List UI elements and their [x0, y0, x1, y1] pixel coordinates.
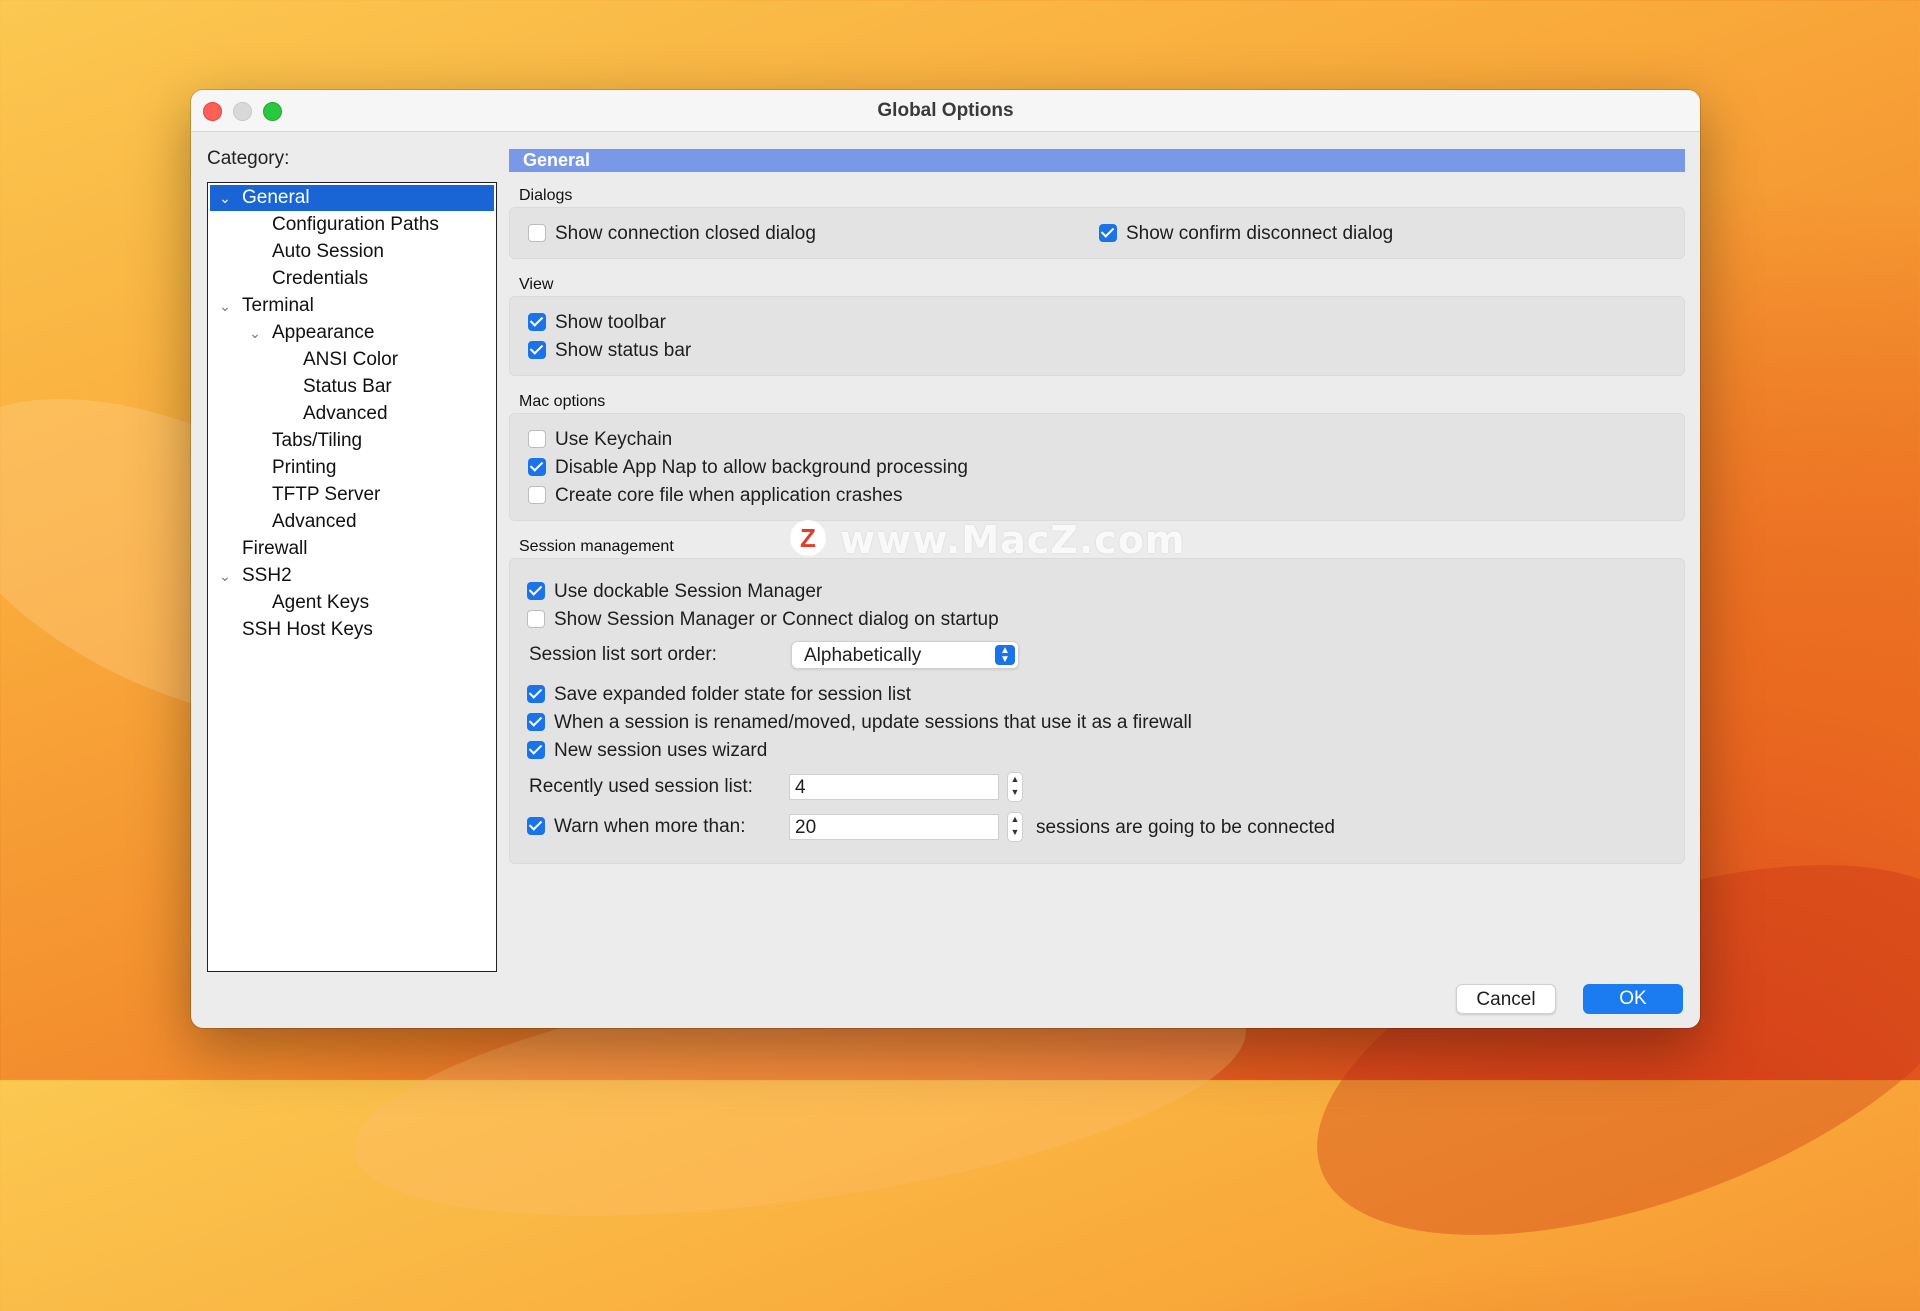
checkbox-box[interactable]: [527, 713, 545, 731]
category-item[interactable]: Printing: [210, 455, 494, 481]
ok-button[interactable]: OK: [1583, 984, 1683, 1014]
panel-header: General: [509, 149, 1685, 172]
popup-arrows-icon: ▲ ▼: [995, 645, 1015, 665]
category-item[interactable]: ⌄ Terminal: [210, 293, 494, 319]
category-item-label: Tabs/Tiling: [272, 430, 363, 451]
checkbox-box[interactable]: [527, 610, 545, 628]
category-item[interactable]: Advanced: [210, 401, 494, 427]
watermark-text: www.MacZ.com: [840, 518, 1186, 562]
category-item[interactable]: Status Bar: [210, 374, 494, 400]
category-item[interactable]: Credentials: [210, 266, 494, 292]
category-item[interactable]: Agent Keys: [210, 590, 494, 616]
category-item-label: Status Bar: [303, 376, 392, 397]
category-item-label: SSH Host Keys: [242, 619, 373, 640]
checkbox-box[interactable]: [528, 224, 546, 242]
section-title-dialogs: Dialogs: [519, 187, 573, 204]
dialogs-group: Show connection closed dialog Show confi…: [509, 207, 1685, 259]
cancel-button[interactable]: Cancel: [1456, 984, 1556, 1014]
watermark-logo: Z: [790, 520, 826, 556]
category-item-label: Appearance: [272, 322, 375, 343]
category-item[interactable]: ⌄ Appearance: [210, 320, 494, 346]
checkbox-box[interactable]: [1099, 224, 1117, 242]
checkbox-box[interactable]: [528, 486, 546, 504]
recent-sessions-input[interactable]: 4: [789, 774, 999, 800]
sort-order-value: Alphabetically: [804, 645, 922, 666]
sort-order-select[interactable]: Alphabetically ▲ ▼: [791, 641, 1019, 669]
recent-sessions-stepper-icon[interactable]: ▲ ▼: [1007, 772, 1023, 802]
section-title-view: View: [519, 276, 554, 293]
checkbox-box[interactable]: [527, 582, 545, 600]
category-item-label: General: [242, 187, 310, 208]
warn-sessions-input[interactable]: 20: [789, 814, 999, 840]
category-item-label: SSH2: [242, 565, 292, 586]
window-title: Global Options: [877, 100, 1014, 121]
checkbox-box[interactable]: [527, 685, 545, 703]
category-item[interactable]: Tabs/Tiling: [210, 428, 494, 454]
category-item[interactable]: ANSI Color: [210, 347, 494, 373]
section-title-mac-options: Mac options: [519, 393, 606, 410]
chevron-down-icon[interactable]: ⌄: [218, 563, 232, 589]
checkbox-box[interactable]: [528, 341, 546, 359]
mac-options-group: Use Keychain Disable App Nap to allow ba…: [509, 413, 1685, 521]
category-item-label: ANSI Color: [303, 349, 399, 370]
view-group: Show toolbar Show status bar: [509, 296, 1685, 376]
checkbox-box[interactable]: [528, 430, 546, 448]
checkbox-box[interactable]: [528, 458, 546, 476]
category-item[interactable]: Advanced: [210, 509, 494, 535]
category-item-label: Advanced: [303, 403, 388, 424]
category-item-label: Auto Session: [272, 241, 384, 262]
category-item[interactable]: ⌄ SSH2: [210, 563, 494, 589]
chevron-down-icon[interactable]: ⌄: [218, 185, 232, 211]
category-item-label: Printing: [272, 457, 337, 478]
category-item-label: Terminal: [242, 295, 314, 316]
checkbox-box[interactable]: [527, 817, 545, 835]
category-item[interactable]: SSH Host Keys: [210, 617, 494, 643]
chevron-down-icon[interactable]: ⌄: [218, 293, 232, 319]
sort-order-label: Session list sort order:: [529, 644, 717, 665]
category-item[interactable]: ⌄ General: [210, 185, 494, 211]
category-label: Category:: [207, 148, 290, 169]
category-tree[interactable]: ⌄ General Configuration Paths Auto Session C…: [207, 182, 497, 972]
category-item[interactable]: Auto Session: [210, 239, 494, 265]
category-item[interactable]: Firewall: [210, 536, 494, 562]
category-item-label: Configuration Paths: [272, 214, 439, 235]
category-item-label: TFTP Server: [272, 484, 381, 505]
category-item-label: Firewall: [242, 538, 308, 559]
category-item[interactable]: Configuration Paths: [210, 212, 494, 238]
checkbox-box[interactable]: [528, 313, 546, 331]
section-title-session-management: Session management: [519, 538, 674, 555]
warn-sessions-suffix: sessions are going to be connected: [1036, 817, 1335, 838]
chevron-down-icon[interactable]: ⌄: [248, 320, 262, 346]
recent-sessions-label: Recently used session list:: [529, 776, 753, 797]
warn-sessions-stepper-icon[interactable]: ▲ ▼: [1007, 812, 1023, 842]
category-item-label: Credentials: [272, 268, 369, 289]
category-item-label: Agent Keys: [272, 592, 370, 613]
category-item[interactable]: TFTP Server: [210, 482, 494, 508]
checkbox-box[interactable]: [527, 741, 545, 759]
category-item-label: Advanced: [272, 511, 357, 532]
title-bar: Global Options: [191, 90, 1700, 132]
